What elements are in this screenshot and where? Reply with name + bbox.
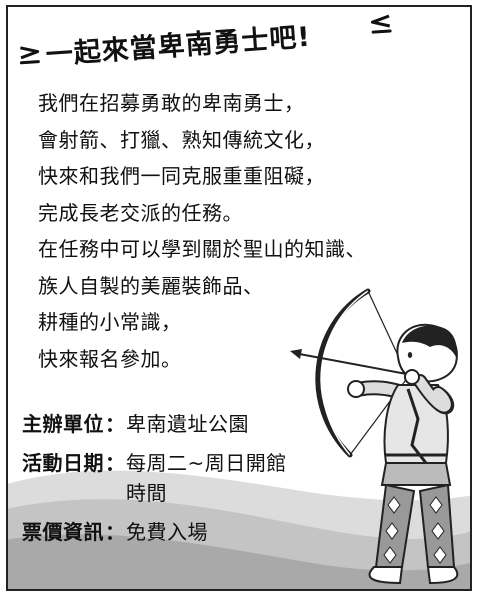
colon: ：	[105, 412, 125, 436]
colon: ：	[105, 520, 125, 544]
description-line: 會射箭、打獵、熟知傳統文化，	[38, 127, 325, 152]
date-value: 每周二~周日開館時間	[126, 451, 287, 505]
arrow-left-icon	[370, 14, 392, 34]
ticket-label: 票價資訊	[22, 520, 104, 544]
date-label: 活動日期	[22, 451, 104, 475]
organizer-label: 主辦單位	[22, 412, 104, 436]
description-line: 快來和我們一同克服重重阻礙，	[38, 164, 325, 188]
colon: ：	[105, 451, 125, 475]
arrow-right-icon	[19, 46, 40, 65]
description-line: 完成長老交派的任務。	[38, 200, 243, 225]
archer-illustration	[290, 288, 459, 585]
description-line: 我們在招募勇敢的卑南勇士，	[38, 91, 305, 115]
organizer-value: 卑南遺址公園	[126, 412, 249, 436]
ticket-value: 免費入場	[126, 520, 208, 544]
poster: 一起來當卑南勇士吧! 我們在招募勇敢的卑南勇士， 會射箭、打獵、熟知傳統文化， …	[6, 5, 472, 591]
description-line: 在任務中可以學到關於聖山的知識、	[38, 237, 366, 261]
